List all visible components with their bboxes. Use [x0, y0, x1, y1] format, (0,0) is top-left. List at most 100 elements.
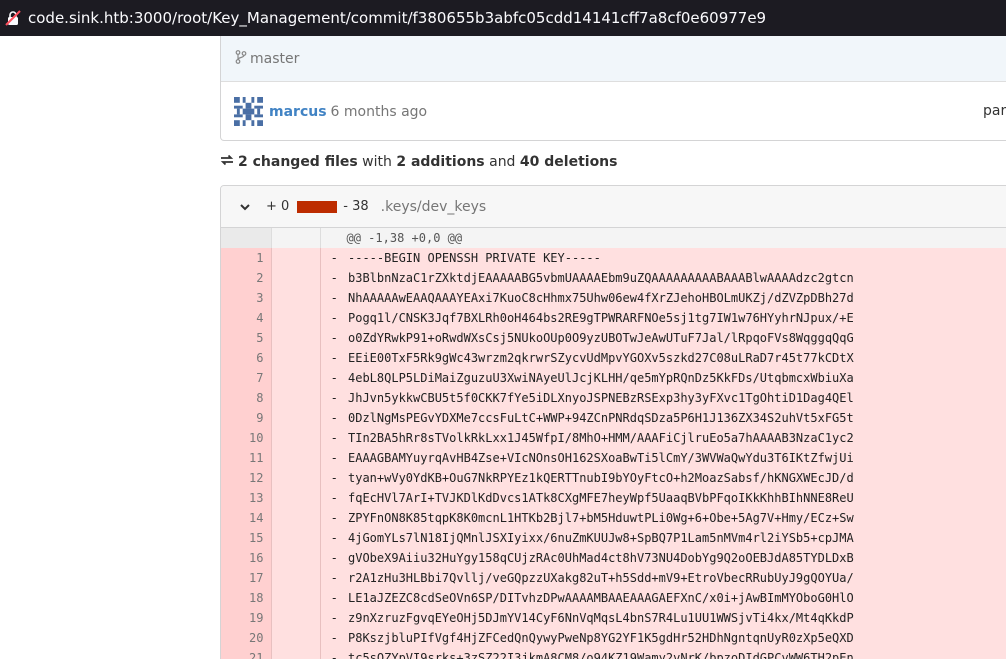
old-line-number[interactable]: 10	[221, 428, 272, 448]
new-line-number[interactable]	[271, 308, 321, 328]
diff-sign: -	[320, 568, 348, 588]
new-line-number[interactable]	[271, 328, 321, 348]
old-line-number[interactable]: 8	[221, 388, 272, 408]
code-line: b3BlbnNzaC1rZXktdjEAAAAABG5vbmUAAAAEbm9u…	[348, 268, 1006, 288]
diff-sign: -	[320, 328, 348, 348]
parent-label: pare	[983, 103, 1006, 119]
code-line: EEiE00TxF5Rk9gWc43wrzm2qkrwrSZycvUdMpvYG…	[348, 348, 1006, 368]
avatar[interactable]	[234, 97, 263, 126]
table-row: 1 - -----BEGIN OPENSSH PRIVATE KEY-----	[221, 248, 1006, 268]
code-line: TIn2BA5hRr8sTVolkRkLxx1J45WfpI/8MhO+HMM/…	[348, 428, 1006, 448]
old-line-number[interactable]: 11	[221, 448, 272, 468]
branch-name[interactable]: master	[250, 51, 299, 67]
table-row: 7 -4ebL8QLP5LDiMaiZguzuU3XwiNAyeUlJcjKLHH…	[221, 368, 1006, 388]
new-line-number[interactable]	[271, 508, 321, 528]
diff-sign: -	[320, 528, 348, 548]
old-line-number[interactable]: 4	[221, 308, 272, 328]
diff-sign: -	[320, 368, 348, 388]
diff-stat-icon	[220, 154, 234, 170]
old-line-number[interactable]: 18	[221, 588, 272, 608]
diff-sign: -	[320, 268, 348, 288]
table-row: 19 - z9nXzruzFgvqEYeOHj5DJmYV14CyF6NnVqMqs…	[221, 608, 1006, 628]
table-row: 13 - fqEcHVl7ArI+TVJKDlKdDvcs1ATk8CXgMFE7h…	[221, 488, 1006, 508]
new-line-number[interactable]	[271, 248, 321, 268]
table-row: 21 - tc5sOZYpVI9srks+3zSZ22I3jkmA8CM8/o94K…	[221, 648, 1006, 659]
additions-count: 2 additions	[396, 154, 485, 170]
new-line-number[interactable]	[271, 628, 321, 648]
table-row: 2 - b3BlbnNzaC1rZXktdjEAAAAABG5vbmUAAAAEbm…	[221, 268, 1006, 288]
hunk-header-row: @@ -1,38 +0,0 @@	[221, 228, 1006, 248]
old-line-number[interactable]: 14	[221, 508, 272, 528]
new-line-number[interactable]	[271, 348, 321, 368]
deletions-count: 40 deletions	[519, 154, 618, 170]
stats-with: with	[362, 154, 392, 170]
old-line-number[interactable]: 9	[221, 408, 272, 428]
code-line: -----BEGIN OPENSSH PRIVATE KEY-----	[348, 248, 1006, 268]
code-line: 0DzlNgMsPEGvYDXMe7ccsFuLtC+WWP+94ZCnPNRd…	[348, 408, 1006, 428]
old-line-number[interactable]: 2	[221, 268, 272, 288]
code-line: o0ZdYRwkP91+oRwdWXsCsj5NUkoOUp0O9yzUBOTw…	[348, 328, 1006, 348]
old-line-number[interactable]: 7	[221, 368, 272, 388]
old-line-number[interactable]: 6	[221, 348, 272, 368]
insecure-lock-icon[interactable]	[5, 10, 21, 26]
code-line: fqEcHVl7ArI+TVJKDlKdDvcs1ATk8CXgMFE7heyW…	[348, 488, 1006, 508]
author-row: marcus 6 months ago pare	[221, 83, 1006, 140]
new-line-number[interactable]	[271, 448, 321, 468]
table-row: 14 - ZPYFnON8K85tqpK8K0mcnL1HTKb2Bjl7+bM5H…	[221, 508, 1006, 528]
diff-sign: -	[320, 428, 348, 448]
diff-sign: -	[320, 448, 348, 468]
file-path[interactable]: .keys/dev_keys	[381, 199, 487, 215]
url-text[interactable]: code.sink.htb:3000/root/Key_Management/c…	[28, 9, 766, 27]
new-line-number[interactable]	[271, 528, 321, 548]
code-line: Pogq1l/CNSK3Jqf7BXLRh0oH464bs2RE9gTPWRAR…	[348, 308, 1006, 328]
table-row: 6 - EEiE00TxF5Rk9gWc43wrzm2qkrwrSZycvUdMpv…	[221, 348, 1006, 368]
diff-stats: 2 changed files with 2 additions and 40 …	[220, 152, 617, 172]
diff-sign: -	[320, 288, 348, 308]
old-line-number[interactable]: 15	[221, 528, 272, 548]
new-line-number[interactable]	[271, 368, 321, 388]
new-line-number[interactable]	[271, 588, 321, 608]
table-row: 5 - o0ZdYRwkP91+oRwdWXsCsj5NUkoOUp0O9yzUBO…	[221, 328, 1006, 348]
old-line-number[interactable]: 16	[221, 548, 272, 568]
new-line-number[interactable]	[271, 608, 321, 628]
new-line-number[interactable]	[271, 648, 321, 659]
commit-time: 6 months ago	[330, 103, 428, 120]
code-line: P8KszjbluPIfVgf4HjZFCedQnQywyPweNp8YG2YF…	[348, 628, 1006, 648]
code-line: 4ebL8QLP5LDiMaiZguzuU3XwiNAyeUlJcjKLHH/q…	[348, 368, 1006, 388]
table-row: 20 - P8KszjbluPIfVgf4HjZFCedQnQywyPweNp8YG…	[221, 628, 1006, 648]
old-line-number[interactable]: 3	[221, 288, 272, 308]
table-row: 10 - TIn2BA5hRr8sTVolkRkLxx1J45WfpI/8MhO+H…	[221, 428, 1006, 448]
old-line-number[interactable]: 21	[221, 648, 272, 659]
old-line-number[interactable]: 12	[221, 468, 272, 488]
new-line-number[interactable]	[271, 408, 321, 428]
old-line-number[interactable]: 5	[221, 328, 272, 348]
new-line-number[interactable]	[271, 488, 321, 508]
old-line-number[interactable]: 1	[221, 248, 272, 268]
diff-sign: -	[320, 308, 348, 328]
new-line-number[interactable]	[271, 568, 321, 588]
table-row: 18 - LE1aJZEZC8cdSeOVn6SP/DITvhzDPwAAAAMBA…	[221, 588, 1006, 608]
diff-sign: -	[320, 608, 348, 628]
new-line-number[interactable]	[271, 468, 321, 488]
commit-header: master marcus 6 months ago pare	[220, 36, 1006, 141]
old-line-number[interactable]: 19	[221, 608, 272, 628]
table-row: 4 - Pogq1l/CNSK3Jqf7BXLRh0oH464bs2RE9gTPWR…	[221, 308, 1006, 328]
new-line-number[interactable]	[271, 388, 321, 408]
code-line: JhJvn5ykkwCBU5t5f0CKK7fYe5iDLXnyoJSPNEBz…	[348, 388, 1006, 408]
table-row: 11 - EAAAGBAMYuyrqAvHB4Zse+VIcNOnsOH162SXo…	[221, 448, 1006, 468]
changed-files-link[interactable]: 2 changed files	[238, 154, 358, 170]
chevron-down-icon[interactable]	[238, 200, 252, 214]
new-line-number[interactable]	[271, 428, 321, 448]
new-line-number[interactable]	[271, 268, 321, 288]
new-line-number[interactable]	[271, 548, 321, 568]
code-line: LE1aJZEZC8cdSeOVn6SP/DITvhzDPwAAAAMBAAEA…	[348, 588, 1006, 608]
browser-url-bar[interactable]: code.sink.htb:3000/root/Key_Management/c…	[0, 0, 1006, 36]
table-row: 17 - r2A1zHu3HLBbi7Qvllj/veGQpzzUXakg82uT+…	[221, 568, 1006, 588]
author-link[interactable]: marcus	[269, 104, 327, 120]
branch-row: master	[221, 36, 1006, 82]
git-branch-icon	[235, 49, 247, 68]
new-line-number[interactable]	[271, 288, 321, 308]
old-line-number[interactable]: 13	[221, 488, 272, 508]
old-line-number[interactable]: 20	[221, 628, 272, 648]
old-line-number[interactable]: 17	[221, 568, 272, 588]
